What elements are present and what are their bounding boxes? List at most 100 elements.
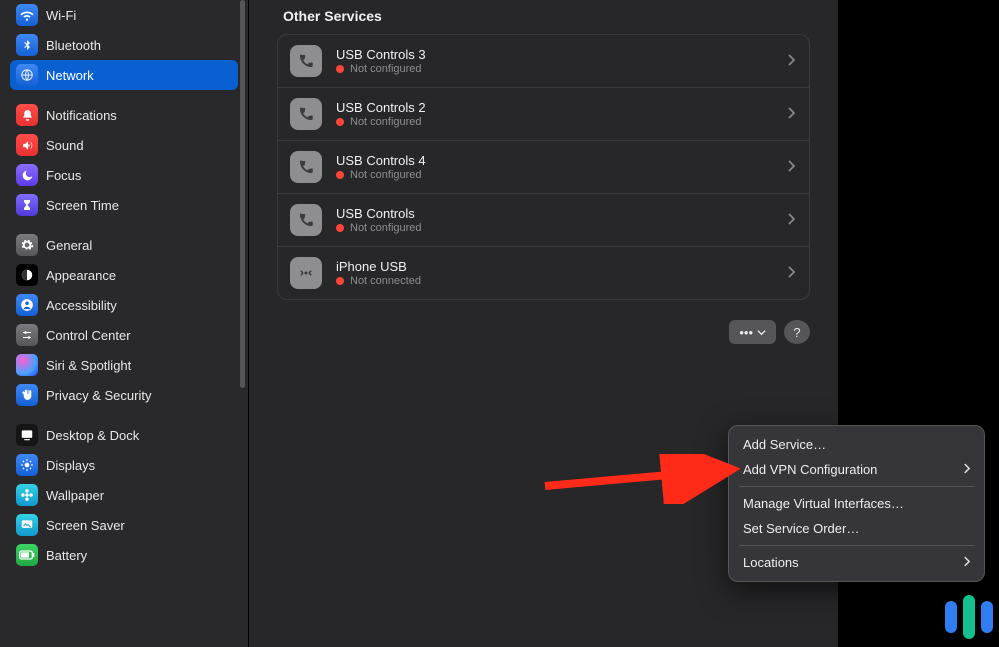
usb-phone-icon	[290, 204, 322, 236]
sidebar-item-battery[interactable]: Battery	[10, 540, 238, 570]
sidebar-item-general[interactable]: General	[10, 230, 238, 260]
desktop-icon	[16, 424, 38, 446]
chevron-right-icon	[963, 555, 970, 570]
screensaver-icon	[16, 514, 38, 536]
service-status: Not configured	[336, 169, 787, 181]
usb-phone-icon	[290, 98, 322, 130]
sidebar-item-sound[interactable]: Sound	[10, 130, 238, 160]
service-row[interactable]: iPhone USBNot connected	[278, 246, 809, 299]
sidebar-item-label: Bluetooth	[46, 38, 101, 53]
ellipsis-icon: •••	[739, 325, 753, 340]
sidebar-item-label: Displays	[46, 458, 95, 473]
notifications-icon	[16, 104, 38, 126]
menu-item-label: Add VPN Configuration	[743, 462, 877, 477]
appearance-icon	[16, 264, 38, 286]
sidebar-item-label: Accessibility	[46, 298, 117, 313]
service-name: USB Controls 2	[336, 100, 787, 115]
usb-phone-icon	[290, 151, 322, 183]
battery-icon	[16, 544, 38, 566]
service-name: iPhone USB	[336, 259, 787, 274]
service-row[interactable]: USB Controls 2Not configured	[278, 87, 809, 140]
sidebar: Wi-Fi Bluetooth Network Notifications Sound F…	[0, 0, 248, 647]
sidebar-item-label: Control Center	[46, 328, 131, 343]
sidebar-item-label: Focus	[46, 168, 81, 183]
sound-icon	[16, 134, 38, 156]
sidebar-item-screentime[interactable]: Screen Time	[10, 190, 238, 220]
sidebar-item-label: Wi-Fi	[46, 8, 76, 23]
sidebar-item-wifi[interactable]: Wi-Fi	[10, 0, 238, 30]
sidebar-item-label: General	[46, 238, 92, 253]
menu-item-label: Add Service…	[743, 437, 826, 452]
menu-item-add-vpn-configuration[interactable]: Add VPN Configuration	[729, 457, 984, 482]
sidebar-item-notifications[interactable]: Notifications	[10, 100, 238, 130]
status-dot-icon	[336, 171, 344, 179]
menu-separator	[739, 545, 974, 546]
sidebar-item-network[interactable]: Network	[10, 60, 238, 90]
sidebar-item-privacy[interactable]: Privacy & Security	[10, 380, 238, 410]
service-name: USB Controls 4	[336, 153, 787, 168]
sidebar-item-appearance[interactable]: Appearance	[10, 260, 238, 290]
sidebar-item-label: Network	[46, 68, 94, 83]
sidebar-item-siri[interactable]: Siri & Spotlight	[10, 350, 238, 380]
menu-item-label: Manage Virtual Interfaces…	[743, 496, 904, 511]
menu-item-locations[interactable]: Locations	[729, 550, 984, 575]
sidebar-item-label: Privacy & Security	[46, 388, 151, 403]
sidebar-item-label: Battery	[46, 548, 87, 563]
section-title: Other Services	[283, 8, 810, 24]
more-options-button[interactable]: •••	[729, 320, 776, 344]
sidebar-item-controlcenter[interactable]: Control Center	[10, 320, 238, 350]
menu-item-manage-virtual-interfaces[interactable]: Manage Virtual Interfaces…	[729, 491, 984, 516]
usb-phone-icon	[290, 45, 322, 77]
chevron-right-icon	[787, 160, 795, 175]
menu-separator	[739, 486, 974, 487]
privacy-icon	[16, 384, 38, 406]
service-name: USB Controls	[336, 206, 787, 221]
sidebar-item-bluetooth[interactable]: Bluetooth	[10, 30, 238, 60]
sidebar-item-label: Screen Saver	[46, 518, 125, 533]
status-dot-icon	[336, 118, 344, 126]
chevron-right-icon	[963, 462, 970, 477]
watermark-bars	[945, 595, 993, 639]
sidebar-item-focus[interactable]: Focus	[10, 160, 238, 190]
sidebar-item-screensaver[interactable]: Screen Saver	[10, 510, 238, 540]
chevron-right-icon	[787, 107, 795, 122]
chevron-right-icon	[787, 266, 795, 281]
service-row[interactable]: USB Controls 3Not configured	[278, 35, 809, 87]
wallpaper-icon	[16, 484, 38, 506]
status-dot-icon	[336, 224, 344, 232]
sidebar-item-label: Notifications	[46, 108, 117, 123]
service-status: Not configured	[336, 222, 787, 234]
menu-item-label: Locations	[743, 555, 799, 570]
service-status: Not configured	[336, 63, 787, 75]
sidebar-item-accessibility[interactable]: Accessibility	[10, 290, 238, 320]
menu-item-set-service-order[interactable]: Set Service Order…	[729, 516, 984, 541]
sidebar-item-label: Wallpaper	[46, 488, 104, 503]
more-options-menu: Add Service… Add VPN Configuration Manage …	[728, 425, 985, 582]
network-icon	[16, 64, 38, 86]
chevron-right-icon	[787, 54, 795, 69]
iphone-usb-icon	[290, 257, 322, 289]
service-row[interactable]: USB ControlsNot configured	[278, 193, 809, 246]
sidebar-item-displays[interactable]: Displays	[10, 450, 238, 480]
service-row[interactable]: USB Controls 4Not configured	[278, 140, 809, 193]
wifi-icon	[16, 4, 38, 26]
status-dot-icon	[336, 277, 344, 285]
other-services-list: USB Controls 3Not configuredUSB Controls…	[277, 34, 810, 300]
status-dot-icon	[336, 65, 344, 73]
service-status: Not connected	[336, 275, 787, 287]
help-button[interactable]: ?	[784, 320, 810, 344]
focus-icon	[16, 164, 38, 186]
siri-icon	[16, 354, 38, 376]
sidebar-item-label: Sound	[46, 138, 84, 153]
chevron-right-icon	[787, 213, 795, 228]
menu-item-add-service[interactable]: Add Service…	[729, 432, 984, 457]
sidebar-item-wallpaper[interactable]: Wallpaper	[10, 480, 238, 510]
screentime-icon	[16, 194, 38, 216]
service-status: Not configured	[336, 116, 787, 128]
sidebar-item-label: Desktop & Dock	[46, 428, 139, 443]
sidebar-item-label: Appearance	[46, 268, 116, 283]
sidebar-item-desktop[interactable]: Desktop & Dock	[10, 420, 238, 450]
sidebar-item-label: Siri & Spotlight	[46, 358, 131, 373]
general-icon	[16, 234, 38, 256]
displays-icon	[16, 454, 38, 476]
